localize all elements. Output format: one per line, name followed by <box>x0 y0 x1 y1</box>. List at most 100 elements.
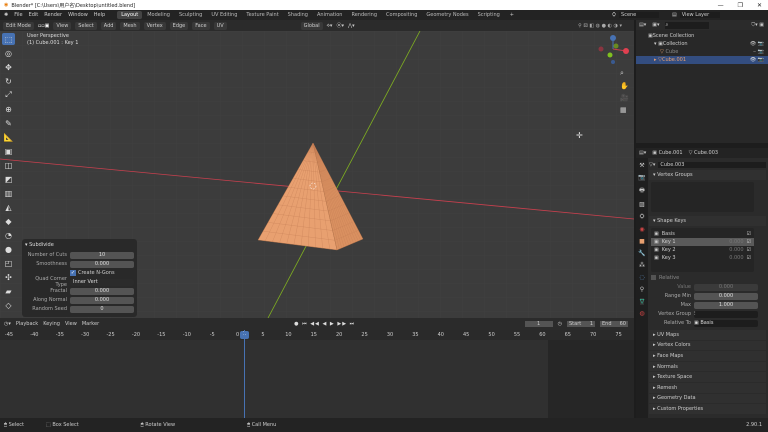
zoom-icon[interactable]: ⌕ <box>620 69 629 78</box>
scene-field[interactable]: Scene <box>619 12 660 18</box>
transform-tool-icon[interactable]: ⊕ <box>2 103 15 115</box>
menu-uv[interactable]: UV <box>213 21 227 30</box>
panel-face-maps[interactable]: ▸ Face Maps <box>649 351 766 361</box>
end-frame-field[interactable]: End 60 <box>600 321 628 327</box>
shape-key-item[interactable]: ▣ Key 2 0.000 ☑ <box>651 246 754 254</box>
timeline-ruler[interactable]: -45 -40 -35 -30 -25 -20 -15 -10 -5 0 5 10 15 20 25 30 35… <box>0 330 634 340</box>
grid-icon[interactable]: ▦ <box>620 106 629 114</box>
scale-tool-icon[interactable]: ⤢ <box>2 89 15 101</box>
object-tab-icon[interactable]: ■ <box>639 238 645 245</box>
workspace-tab-animation[interactable]: Animation <box>313 11 347 19</box>
transform-orientation-dropdown[interactable]: Global <box>300 21 323 30</box>
view-layer-tab-icon[interactable]: ▨ <box>639 201 645 208</box>
menu-help[interactable]: Help <box>94 12 105 18</box>
mesh-datablock-field[interactable]: ▽▾ Cube.003 <box>649 160 766 169</box>
shape-key-item[interactable]: ▣ Key 1 0.000 ☑ <box>651 238 754 246</box>
workspace-tab-layout[interactable]: Layout <box>117 11 143 19</box>
menu-mesh[interactable]: Mesh <box>120 21 140 30</box>
menu-window[interactable]: Window <box>68 12 88 18</box>
material-tab-icon[interactable]: ◍ <box>639 310 644 317</box>
preview-range-icon[interactable]: ◷ <box>558 321 562 327</box>
menu-marker[interactable]: Marker <box>82 321 99 327</box>
render-tab-icon[interactable]: 📷 <box>638 174 645 181</box>
shrink-fatten-tool-icon[interactable]: ✣ <box>2 271 15 283</box>
panel-shape-keys[interactable]: ▾ Shape Keys <box>649 216 766 226</box>
quad-corner-type-dropdown[interactable]: Quad Corner Type Inner Vert <box>25 276 134 288</box>
menu-vertex[interactable]: Vertex <box>143 21 166 30</box>
workspace-tab-modeling[interactable]: Modeling <box>143 11 174 19</box>
random-seed-field[interactable]: Random Seed 0 <box>25 305 134 313</box>
menu-add[interactable]: Add <box>100 21 117 30</box>
panel-custom-properties[interactable]: ▸ Custom Properties <box>649 404 766 414</box>
pivot-icon[interactable]: ⟡▾ <box>327 23 333 29</box>
operator-panel-title[interactable]: ▾ Subdivide <box>25 242 134 248</box>
workspace-tab-sculpting[interactable]: Sculpting <box>175 11 206 19</box>
add-workspace-button[interactable]: + <box>510 12 514 18</box>
loop-cut-tool-icon[interactable]: ▥ <box>2 187 15 199</box>
mute-checkbox[interactable]: ☑ <box>747 239 751 245</box>
physics-tab-icon[interactable]: ◌ <box>639 274 644 281</box>
panel-normals[interactable]: ▸ Normals <box>649 361 766 372</box>
tool-tab-icon[interactable]: ⚒ <box>639 162 644 169</box>
smoothness-field[interactable]: Smoothness 0.000 <box>25 260 134 268</box>
outliner-collection[interactable]: ▾ ▣ Collection 👁 📷 <box>636 40 768 48</box>
funnel-icon[interactable]: ⛉▾ ▣ <box>751 22 764 28</box>
panel-geometry-data[interactable]: ▸ Geometry Data <box>649 393 766 404</box>
measure-tool-icon[interactable]: 📐 <box>2 131 15 143</box>
display-mode-icon[interactable]: ▤▾ <box>639 22 646 28</box>
playhead[interactable] <box>244 330 245 418</box>
cursor-tool-icon[interactable]: ◎ <box>2 47 15 59</box>
outliner-cube-001[interactable]: ▸ ▽ Cube.001 👁 📷 <box>636 56 768 64</box>
current-frame-field[interactable]: 1 <box>524 321 553 327</box>
range-min-field[interactable]: Range Min 0.000 <box>649 292 766 300</box>
playback-controls[interactable]: ● ⏮ ◀◀ ◀ ▶ ▶▶ ⏭ <box>294 321 355 327</box>
inset-tool-icon[interactable]: ◫ <box>2 159 15 171</box>
rotate-tool-icon[interactable]: ↻ <box>2 75 15 87</box>
world-tab-icon[interactable]: ◉ <box>639 226 644 233</box>
extrude-tool-icon[interactable]: ▣ <box>2 145 15 157</box>
select-box-tool-icon[interactable]: ⬚ <box>2 33 15 45</box>
view-layer-field[interactable]: View Layer <box>679 12 720 18</box>
scene-tab-icon[interactable]: ⛭ <box>640 213 645 221</box>
move-tool-icon[interactable]: ✥ <box>2 61 15 73</box>
mute-checkbox[interactable]: ☑ <box>747 255 751 261</box>
outliner-cube[interactable]: ▽ Cube ⌣ 📷 <box>636 48 768 56</box>
output-tab-icon[interactable]: 🖶 <box>639 186 645 196</box>
menu-view[interactable]: View <box>53 21 72 30</box>
spin-tool-icon[interactable]: ◔ <box>2 229 15 241</box>
menu-file[interactable]: File <box>14 12 22 18</box>
maximize-button[interactable]: ❐ <box>738 2 743 9</box>
workspace-tab-shading[interactable]: Shading <box>284 11 312 19</box>
shape-value-field[interactable]: Value 0.000 <box>649 283 766 291</box>
poly-build-tool-icon[interactable]: ◆ <box>2 215 15 227</box>
bevel-tool-icon[interactable]: ◩ <box>2 173 15 185</box>
snap-icon[interactable]: ⦿▾ <box>336 22 344 29</box>
shear-tool-icon[interactable]: ▰ <box>2 285 15 297</box>
outliner-scene-collection[interactable]: ▣ Scene Collection <box>636 32 768 40</box>
vertex-groups-list[interactable] <box>651 182 754 212</box>
vertex-group-field[interactable]: Vertex Group ⁝ <box>649 310 766 318</box>
properties-editor-type-icon[interactable]: ▤▾ <box>639 150 646 156</box>
outliner-search-input[interactable]: ⌕ <box>665 21 710 29</box>
workspace-tab-scripting[interactable]: Scripting <box>474 11 504 19</box>
workspace-tab-uv-editing[interactable]: UV Editing <box>207 11 241 19</box>
workspace-tab-geometry-nodes[interactable]: Geometry Nodes <box>422 11 472 19</box>
menu-face[interactable]: Face <box>192 21 210 30</box>
number-of-cuts-field[interactable]: Number of Cuts 10 <box>25 251 134 259</box>
editor-type-icon[interactable]: ◷▾ <box>4 321 11 327</box>
annotate-tool-icon[interactable]: ✎ <box>2 117 15 129</box>
menu-select[interactable]: Select <box>75 21 97 30</box>
shape-key-item[interactable]: ▣ Basis ☑ <box>651 230 754 238</box>
constraints-tab-icon[interactable]: ⚲ <box>640 286 644 293</box>
along-normal-field[interactable]: Along Normal 0.000 <box>25 296 134 304</box>
panel-uv-maps[interactable]: ▸ UV Maps <box>649 330 766 340</box>
menu-edge[interactable]: Edge <box>169 21 189 30</box>
timeline-body[interactable] <box>0 330 634 418</box>
menu-playback[interactable]: Playback <box>16 321 38 327</box>
start-frame-field[interactable]: Start 1 <box>567 321 595 327</box>
workspace-tab-rendering[interactable]: Rendering <box>347 11 381 19</box>
pan-hand-icon[interactable]: ✋ <box>620 82 629 90</box>
range-max-field[interactable]: Max 1.000 <box>649 301 766 309</box>
menu-render[interactable]: Render <box>44 12 62 18</box>
fractal-field[interactable]: Fractal 0.000 <box>25 287 134 295</box>
